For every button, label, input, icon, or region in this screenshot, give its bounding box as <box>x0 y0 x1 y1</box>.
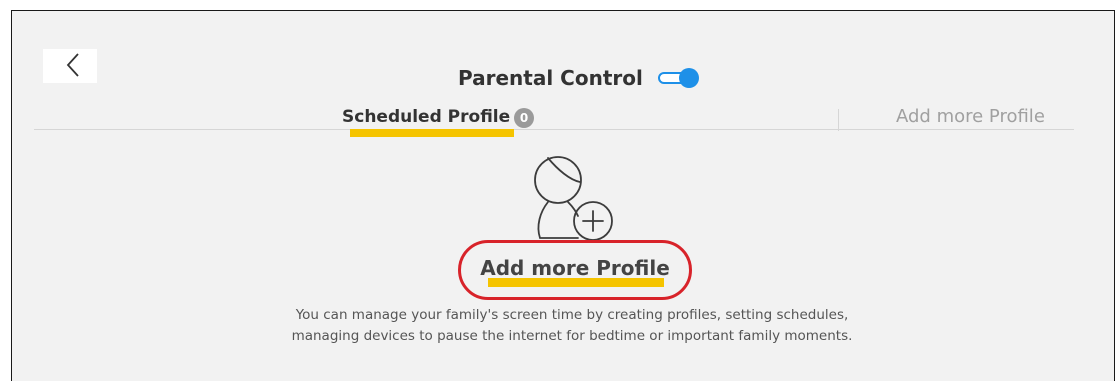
highlight-marker <box>350 129 514 137</box>
description-text: You can manage your family's screen time… <box>291 307 853 344</box>
add-person-icon[interactable] <box>518 146 624 252</box>
tab-add-more-profile[interactable]: Add more Profile <box>896 106 1045 127</box>
page-title: Parental Control <box>458 66 643 90</box>
toggle-knob <box>679 68 699 88</box>
profile-count-badge: 0 <box>514 108 534 128</box>
app-frame: Parental Control Scheduled Profile 0 Add… <box>11 10 1115 381</box>
tab-scheduled-profile[interactable]: Scheduled Profile <box>342 107 510 127</box>
tab-separator <box>838 109 839 131</box>
header: Parental Control <box>12 66 1116 94</box>
parental-control-toggle[interactable] <box>655 68 699 88</box>
add-more-profile-button[interactable]: Add more Profile <box>476 256 674 280</box>
tabs-divider <box>34 129 1074 130</box>
